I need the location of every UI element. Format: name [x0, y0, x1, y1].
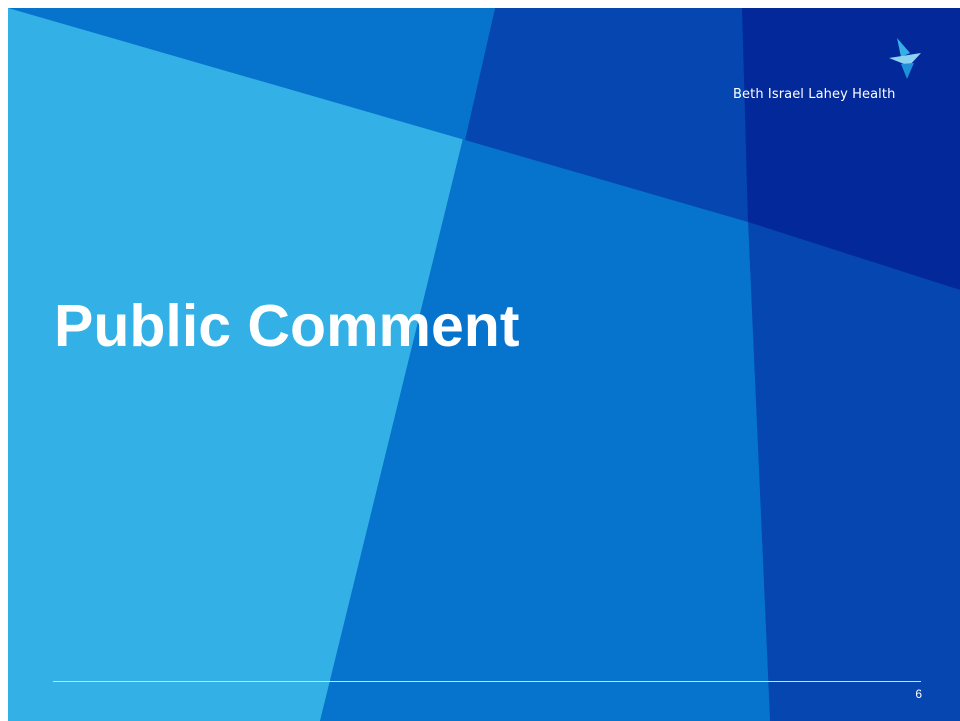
brand-logo: Beth Israel Lahey Health: [733, 38, 923, 108]
footer-divider: [53, 681, 921, 682]
slide-frame-top: [0, 0, 960, 8]
background-graphic: [0, 0, 960, 721]
bird-logo-icon-wing: [897, 38, 910, 57]
bird-logo-icon-tail: [901, 63, 914, 79]
page-number: 6: [915, 687, 922, 701]
slide: Beth Israel Lahey Health Public Comment …: [0, 0, 960, 721]
brand-logo-text: Beth Israel Lahey Health: [733, 87, 896, 102]
background-right-panel: [748, 222, 960, 721]
bird-logo-icon: [889, 38, 921, 79]
slide-title: Public Comment: [54, 293, 520, 359]
slide-frame-left: [0, 0, 8, 721]
